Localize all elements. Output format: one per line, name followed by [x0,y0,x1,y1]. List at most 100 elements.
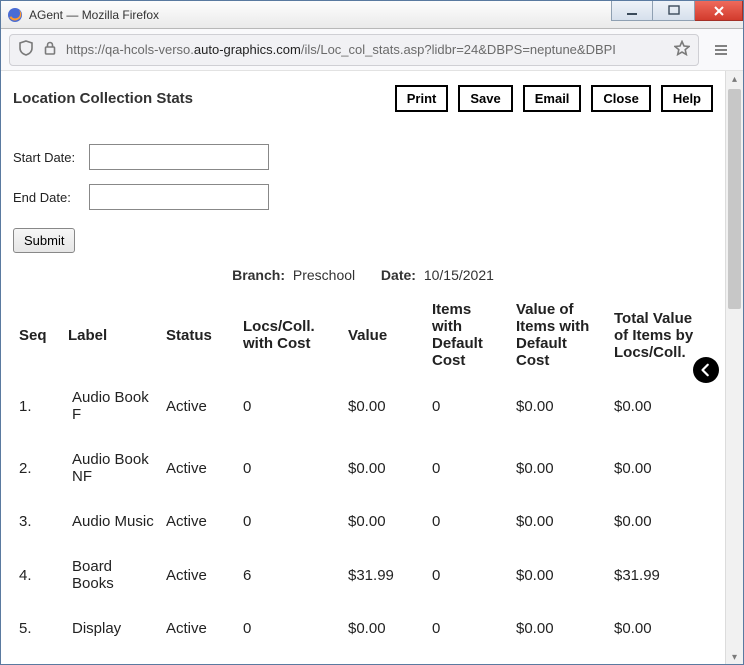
url-box[interactable]: https://qa-hcols-verso.auto-graphics.com… [9,34,699,66]
table-header-row: Seq Label Status Locs/Coll. with Cost Va… [13,295,713,375]
table-row: 3.Audio MusicActive0$0.000$0.00$0.00 [13,499,713,544]
cell-status: Active [160,499,237,544]
start-date-input[interactable] [89,144,269,170]
save-button[interactable]: Save [458,85,512,112]
cell-locs: 0 [237,375,342,437]
cell-items: 0 [426,606,510,651]
scroll-up-icon[interactable]: ▴ [726,71,743,88]
scroll-left-arrow-icon[interactable] [693,357,719,383]
cell-total: $0.00 [608,499,713,544]
url-text: https://qa-hcols-verso.auto-graphics.com… [66,42,666,57]
cell-valitems: $0.00 [510,437,608,499]
cell-valitems: $0.00 [510,375,608,437]
cell-valitems: $0.00 [510,499,608,544]
cell-total: $0.00 [608,606,713,651]
email-button[interactable]: Email [523,85,582,112]
cell-total: $31.99 [608,544,713,606]
cell-total: $0.00 [608,437,713,499]
minimize-button[interactable] [611,1,653,21]
cell-seq: 3. [13,499,62,544]
maximize-button[interactable] [653,1,695,21]
cell-label: Audio Book F [62,375,160,437]
address-bar: https://qa-hcols-verso.auto-graphics.com… [1,29,743,71]
cell-value: $31.99 [342,544,426,606]
page-content: Location Collection Stats Print Save Ema… [1,71,725,665]
stats-table: Seq Label Status Locs/Coll. with Cost Va… [13,295,713,651]
page-title: Location Collection Stats [13,90,193,107]
th-items: Items with Default Cost [426,295,510,375]
page-viewport: Location Collection Stats Print Save Ema… [1,71,725,665]
url-prefix: https://qa-hcols-verso. [66,42,194,57]
date-form: Start Date: End Date: Submit [13,144,713,253]
cell-value: $0.00 [342,499,426,544]
cell-locs: 0 [237,606,342,651]
app-window: AGent — Mozilla Firefox https://qa-hcols… [0,0,744,665]
bookmark-star-icon[interactable] [674,40,690,59]
url-host: auto-graphics.com [194,42,301,57]
page-header: Location Collection Stats Print Save Ema… [13,85,713,112]
scroll-thumb[interactable] [728,89,741,309]
table-row: 1.Audio Book FActive0$0.000$0.00$0.00 [13,375,713,437]
cell-status: Active [160,437,237,499]
cell-label: Audio Music [62,499,160,544]
cell-value: $0.00 [342,437,426,499]
browser-body: Location Collection Stats Print Save Ema… [1,71,743,665]
cell-valitems: $0.00 [510,606,608,651]
date-value: 10/15/2021 [424,267,494,283]
cell-valitems: $0.00 [510,544,608,606]
end-date-row: End Date: [13,184,713,210]
start-date-row: Start Date: [13,144,713,170]
cell-seq: 1. [13,375,62,437]
cell-label: Board Books [62,544,160,606]
url-suffix: /ils/Loc_col_stats.asp?lidbr=24&DBPS=nep… [301,42,616,57]
cell-value: $0.00 [342,375,426,437]
th-label: Label [62,295,160,375]
th-seq: Seq [13,295,62,375]
table-body: 1.Audio Book FActive0$0.000$0.00$0.002.A… [13,375,713,651]
cell-items: 0 [426,437,510,499]
cell-status: Active [160,544,237,606]
cell-items: 0 [426,544,510,606]
cell-label: Audio Book NF [62,437,160,499]
cell-seq: 2. [13,437,62,499]
window-title: AGent — Mozilla Firefox [29,8,159,22]
date-label: Date: [381,267,416,283]
cell-locs: 6 [237,544,342,606]
cell-seq: 4. [13,544,62,606]
cell-total: $0.00 [608,375,713,437]
cell-items: 0 [426,499,510,544]
submit-button[interactable]: Submit [13,228,75,253]
cell-locs: 0 [237,437,342,499]
help-button[interactable]: Help [661,85,713,112]
cell-seq: 5. [13,606,62,651]
cell-label: Display [62,606,160,651]
action-buttons: Print Save Email Close Help [395,85,713,112]
meta-row: Branch: Preschool Date: 10/15/2021 [13,267,713,283]
window-controls [611,1,743,21]
table-row: 4.Board BooksActive6$31.990$0.00$31.99 [13,544,713,606]
th-status: Status [160,295,237,375]
end-date-label: End Date: [13,190,85,205]
table-row: 2.Audio Book NFActive0$0.000$0.00$0.00 [13,437,713,499]
app-menu-button[interactable] [707,36,735,64]
branch-label: Branch: [232,267,285,283]
cell-status: Active [160,606,237,651]
end-date-input[interactable] [89,184,269,210]
cell-value: $0.00 [342,606,426,651]
shield-icon [18,40,34,59]
firefox-icon [7,7,23,23]
stats-table-wrap: Seq Label Status Locs/Coll. with Cost Va… [13,295,713,651]
vertical-scrollbar[interactable]: ▴ ▾ [725,71,743,665]
titlebar: AGent — Mozilla Firefox [1,1,743,29]
scroll-down-icon[interactable]: ▾ [726,649,743,665]
cell-items: 0 [426,375,510,437]
close-button[interactable]: Close [591,85,650,112]
branch-value: Preschool [293,267,355,283]
cell-locs: 0 [237,499,342,544]
close-window-button[interactable] [695,1,743,21]
th-value: Value [342,295,426,375]
table-row: 5.DisplayActive0$0.000$0.00$0.00 [13,606,713,651]
lock-icon [42,40,58,59]
print-button[interactable]: Print [395,85,449,112]
cell-status: Active [160,375,237,437]
